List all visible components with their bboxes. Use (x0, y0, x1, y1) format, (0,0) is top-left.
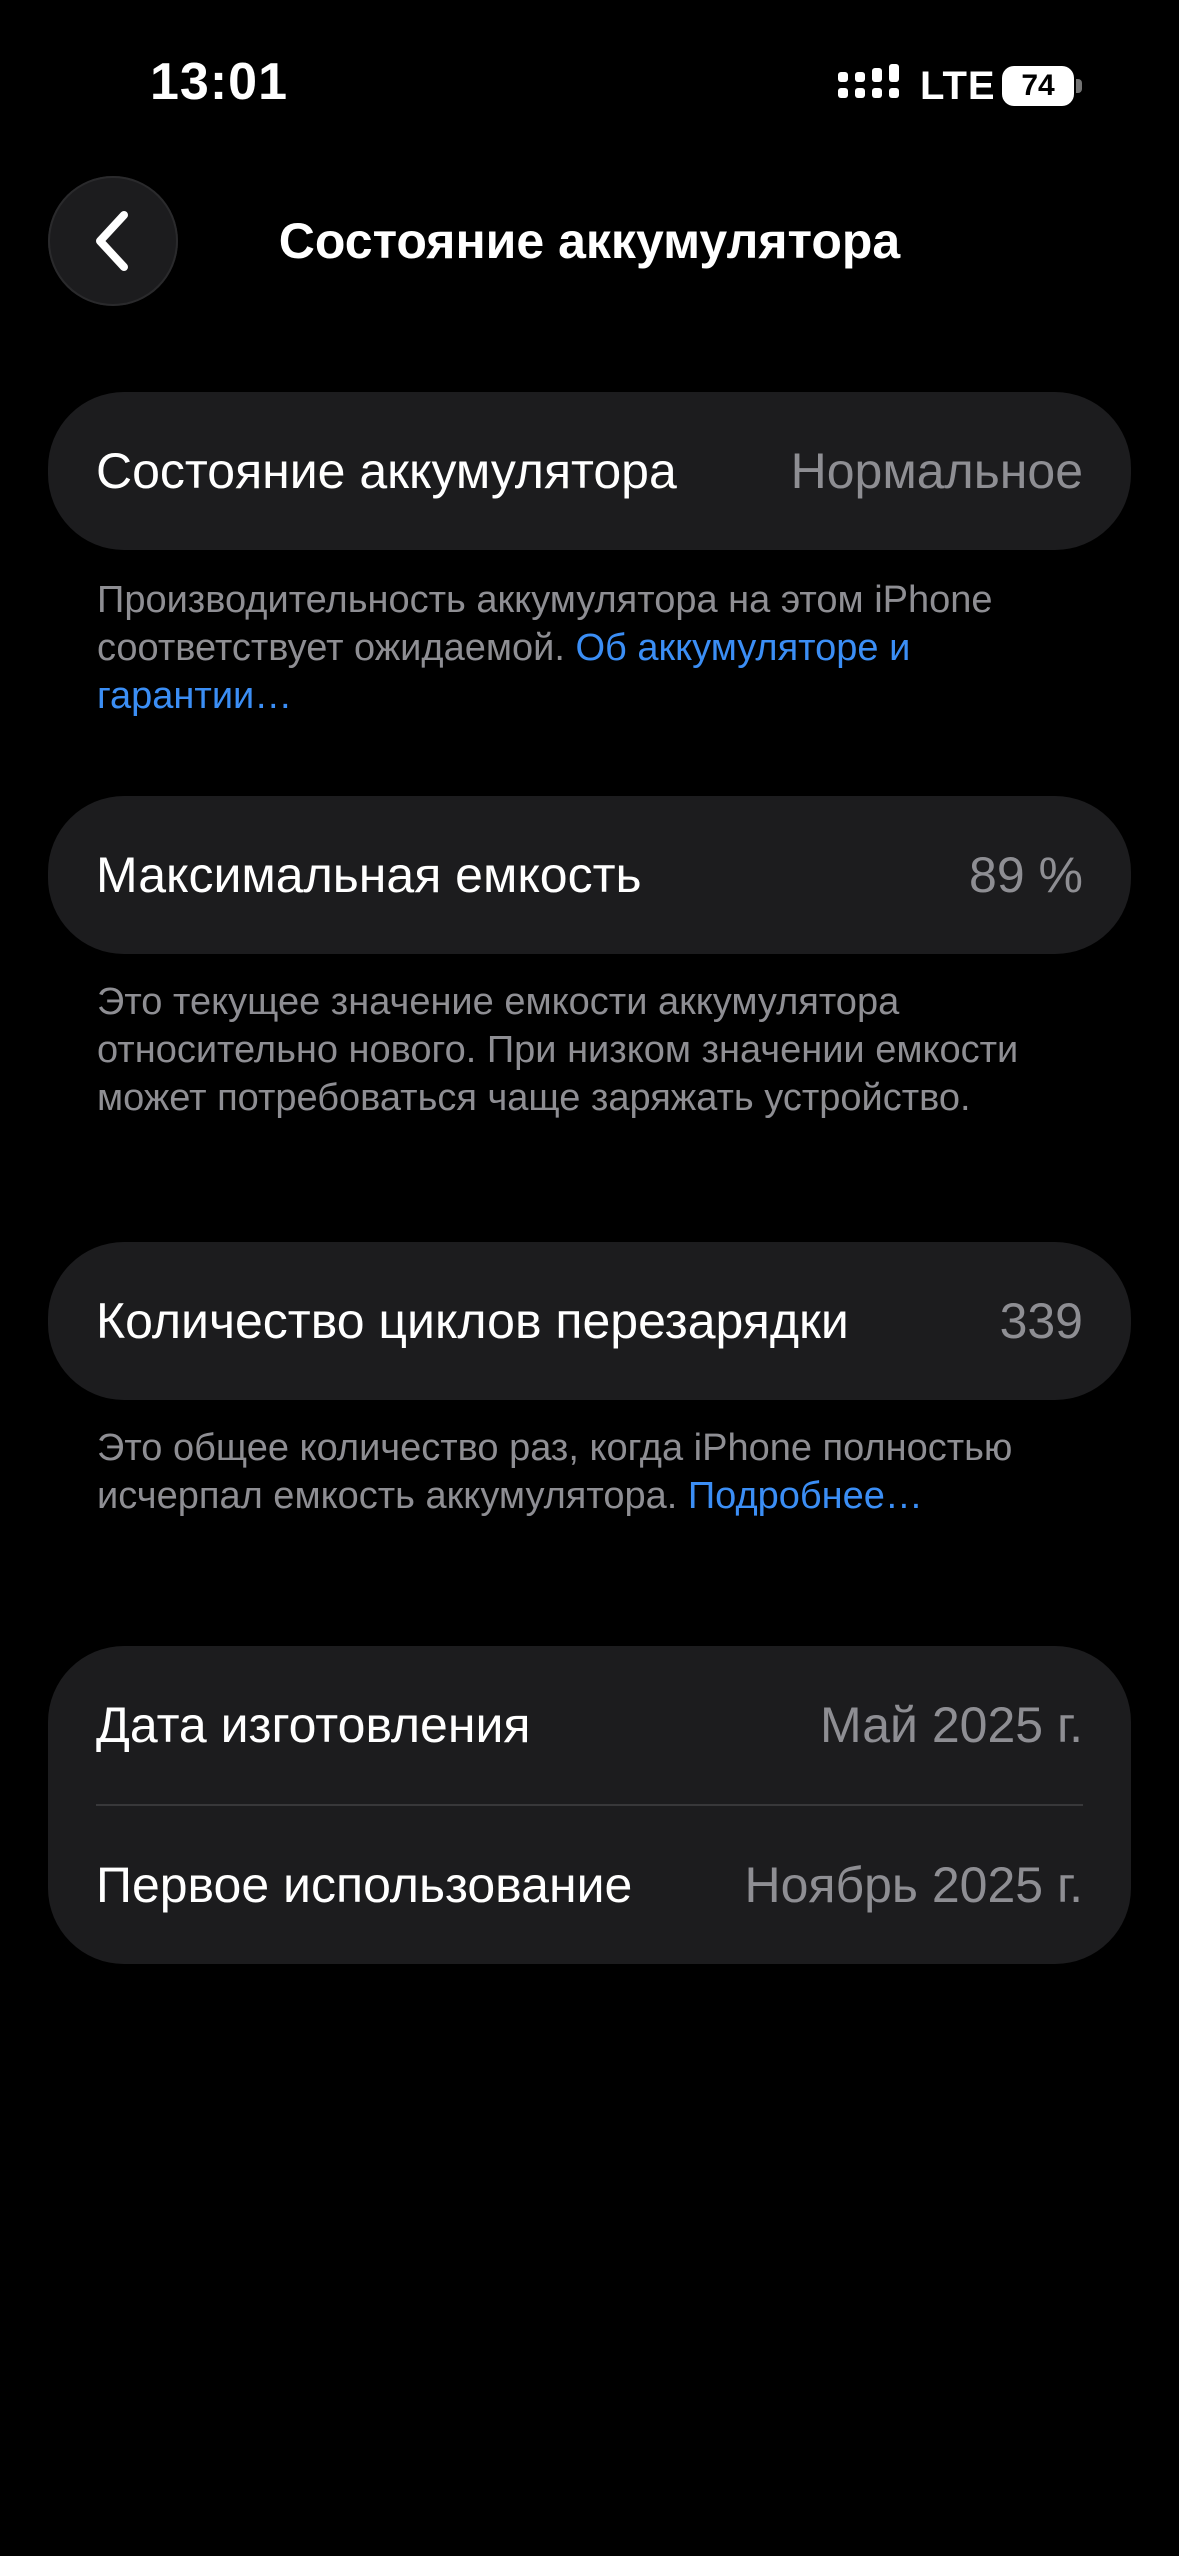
first-use-row: Первое использование Ноябрь 2025 г. (48, 1806, 1131, 1964)
max-capacity-row: Максимальная емкость 89 % (48, 796, 1131, 954)
cycle-count-value: 339 (999, 1293, 1083, 1349)
first-use-label: Первое использование (96, 1857, 633, 1913)
battery-health-card: Состояние аккумулятора Нормальное (48, 392, 1131, 550)
cycle-count-label: Количество циклов перезарядки (96, 1293, 849, 1349)
cycle-count-footnote: Это общее количество раз, когда iPhone п… (97, 1424, 1057, 1520)
cycle-count-card: Количество циклов перезарядки 339 (48, 1242, 1131, 1400)
status-time: 13:01 (150, 53, 288, 111)
battery-health-row: Состояние аккумулятора Нормальное (48, 392, 1131, 550)
max-capacity-label: Максимальная емкость (96, 847, 642, 903)
first-use-value: Ноябрь 2025 г. (744, 1857, 1083, 1913)
max-capacity-value: 89 % (969, 847, 1083, 903)
page-title: Состояние аккумулятора (278, 213, 901, 269)
battery-cap (1076, 79, 1082, 93)
manufacture-date-row: Дата изготовления Май 2025 г. (48, 1646, 1131, 1804)
dates-card: Дата изготовления Май 2025 г. Первое исп… (48, 1646, 1131, 1964)
signal-icon (838, 64, 899, 98)
manufacture-date-value: Май 2025 г. (820, 1697, 1083, 1753)
max-capacity-footnote: Это текущее значение емкости аккумулятор… (97, 981, 1019, 1119)
battery-level: 74 (1021, 69, 1055, 102)
max-capacity-card: Максимальная емкость 89 % (48, 796, 1131, 954)
battery-health-label: Состояние аккумулятора (96, 443, 677, 499)
status-bar: 13:01 LTE 74 (0, 0, 1179, 170)
cycle-count-row: Количество циклов перезарядки 339 (48, 1242, 1131, 1400)
battery-icon: 74 (1002, 66, 1082, 106)
learn-more-link[interactable]: Подробнее… (688, 1475, 923, 1517)
manufacture-date-label: Дата изготовления (96, 1697, 531, 1753)
network-type: LTE (920, 64, 996, 108)
battery-health-footnote: Производительность аккумулятора на этом … (97, 576, 1087, 720)
battery-health-value: Нормальное (790, 443, 1083, 499)
